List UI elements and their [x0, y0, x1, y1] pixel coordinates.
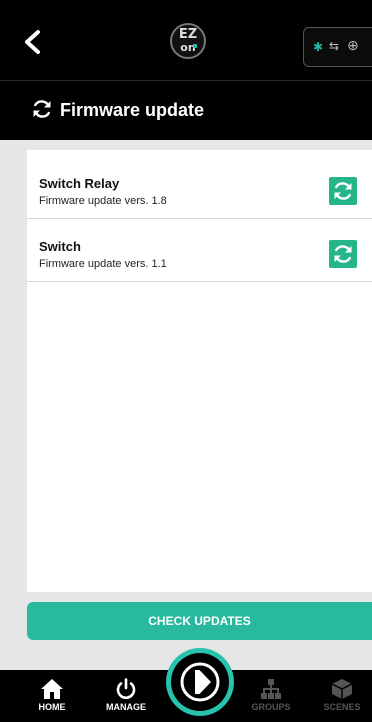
nav-label: MANAGE: [106, 702, 146, 712]
app-logo: EZ on: [170, 23, 206, 59]
logo-text-top: EZ: [178, 27, 198, 42]
nav-label: GROUPS: [251, 702, 291, 712]
transfer-icon: ⇆: [329, 39, 340, 53]
update-button[interactable]: [329, 177, 357, 205]
ezon-mark-icon: [180, 662, 220, 702]
logo-dot: [193, 44, 197, 48]
refresh-icon: [334, 182, 352, 200]
refresh-icon: [33, 100, 51, 118]
nav-item-home[interactable]: HOME: [22, 678, 82, 722]
device-firmware-version: Firmware update vers. 1.8: [39, 195, 167, 207]
screen: EZ on ✱ ⇆ ⊕ Firmware update Switch Relay…: [0, 0, 372, 722]
center-action-button[interactable]: [166, 648, 234, 716]
update-button[interactable]: [329, 240, 357, 268]
connection-status[interactable]: ✱ ⇆ ⊕: [303, 27, 372, 67]
top-bar: EZ on ✱ ⇆ ⊕: [0, 0, 372, 80]
power-icon: [116, 678, 136, 699]
back-button[interactable]: [20, 28, 46, 56]
home-icon: [41, 679, 63, 699]
nav-item-groups[interactable]: GROUPS: [241, 678, 301, 722]
page-title: Firmware update: [60, 100, 205, 120]
nav-item-manage[interactable]: MANAGE: [96, 678, 156, 722]
logo-text-bottom: on: [180, 41, 196, 54]
nav-label: SCENES: [323, 702, 361, 712]
globe-icon: ⊕: [347, 38, 359, 54]
device-name: Switch: [39, 239, 81, 254]
groups-icon: [261, 679, 281, 699]
bluetooth-icon: ✱: [313, 40, 324, 54]
nav-label: HOME: [38, 702, 66, 712]
cube-icon: [331, 679, 353, 699]
title-bar: Firmware update: [0, 80, 372, 140]
chevron-left-icon: [25, 30, 40, 54]
nav-item-scenes[interactable]: SCENES: [312, 678, 372, 722]
check-updates-button[interactable]: CHECK UPDATES: [27, 602, 372, 640]
list-item: Switch Relay Firmware update vers. 1.8: [27, 156, 372, 219]
refresh-icon: [334, 245, 352, 263]
list-item: Switch Firmware update vers. 1.1: [27, 219, 372, 282]
device-firmware-version: Firmware update vers. 1.1: [39, 258, 167, 270]
device-list: Switch Relay Firmware update vers. 1.8 S…: [27, 150, 372, 592]
device-name: Switch Relay: [39, 176, 120, 191]
